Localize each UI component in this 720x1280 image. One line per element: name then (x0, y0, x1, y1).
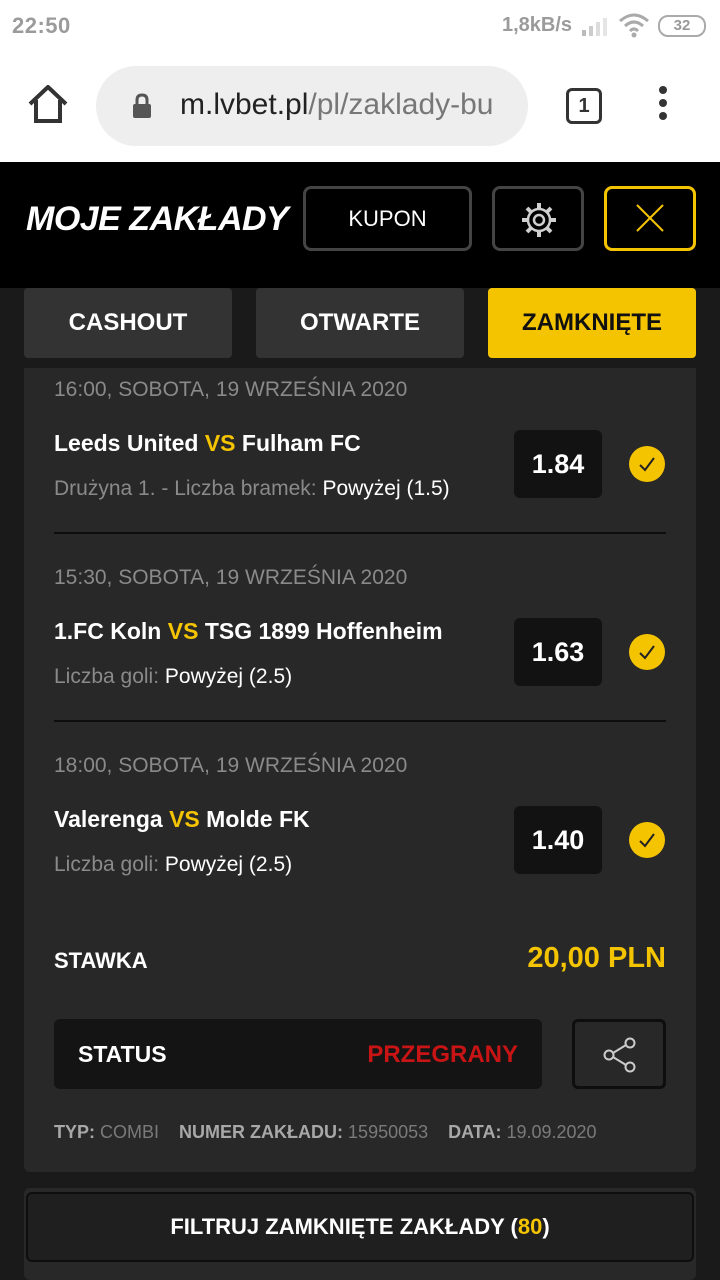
check-icon (629, 446, 665, 482)
battery-icon: 32 (658, 15, 706, 37)
odds-value: 1.40 (514, 806, 602, 874)
stake-value: 20,00 PLN (527, 942, 666, 974)
settings-button[interactable] (492, 186, 584, 251)
kupon-button[interactable]: KUPON (303, 186, 472, 251)
overflow-menu-icon[interactable] (656, 86, 670, 126)
bet-meta: TYP: COMBI NUMER ZAKŁADU: 15950053 DATA: 1… (54, 1122, 597, 1142)
network-speed: 1,8kB/s (502, 14, 573, 36)
url-text: m.lvbet.pl/pl/zaklady-bu (180, 88, 494, 121)
bet-selection: 16:00, SOBOTA, 19 WRZEŚNIA 2020 Leeds Un… (54, 376, 666, 564)
bet-selection: 15:30, SOBOTA, 19 WRZEŚNIA 2020 1.FC Kol… (54, 564, 666, 752)
tab-otwarte[interactable]: OTWARTE (256, 288, 464, 358)
lock-icon (133, 93, 151, 118)
divider (54, 532, 666, 534)
match-teams: Valerenga VS Molde FK (54, 806, 310, 832)
divider (54, 720, 666, 722)
filter-closed-bets-button[interactable]: FILTRUJ ZAMKNIĘTE ZAKŁADY (80) (26, 1192, 694, 1262)
status-value: PRZEGRANY (367, 1041, 518, 1068)
bet-tabs: CASHOUT OTWARTE ZAMKNIĘTE (0, 288, 720, 368)
filter-section: FILTRUJ ZAMKNIĘTE ZAKŁADY (80) (24, 1188, 696, 1280)
address-bar[interactable]: m.lvbet.pl/pl/zaklady-bu (96, 66, 528, 146)
match-teams: Leeds United VS Fulham FC (54, 430, 361, 456)
close-button[interactable] (604, 186, 696, 251)
status-bar: 22:50 1,8kB/s 32 (0, 0, 720, 52)
browser-toolbar: m.lvbet.pl/pl/zaklady-bu 1 (0, 52, 720, 162)
wifi-icon (619, 13, 649, 38)
clock: 22:50 (12, 13, 71, 38)
match-teams: 1.FC Koln VS TSG 1899 Hoffenheim (54, 618, 443, 644)
odds-value: 1.84 (514, 430, 602, 498)
stake-label: STAWKA (54, 948, 148, 973)
match-date: 18:00, SOBOTA, 19 WRZEŚNIA 2020 (54, 754, 408, 777)
match-date: 15:30, SOBOTA, 19 WRZEŚNIA 2020 (54, 566, 408, 589)
market-line: Liczba goli: Powyżej (2.5) (54, 853, 293, 876)
check-icon (629, 634, 665, 670)
market-line: Liczba goli: Powyżej (2.5) (54, 665, 293, 688)
match-date: 16:00, SOBOTA, 19 WRZEŚNIA 2020 (54, 378, 408, 401)
gear-icon (522, 203, 556, 237)
check-icon (629, 822, 665, 858)
tab-switcher-icon[interactable]: 1 (566, 88, 602, 124)
share-icon (603, 1037, 636, 1073)
close-icon (636, 204, 664, 232)
home-icon[interactable] (26, 82, 70, 126)
market-line: Drużyna 1. - Liczba bramek: Powyżej (1.5… (54, 477, 450, 500)
app-header: MOJE ZAKŁADY KUPON (0, 162, 720, 288)
odds-value: 1.63 (514, 618, 602, 686)
share-button[interactable] (572, 1019, 666, 1089)
tab-cashout[interactable]: CASHOUT (24, 288, 232, 358)
status-box: STATUS PRZEGRANY (54, 1019, 542, 1089)
status-label: STATUS (78, 1041, 167, 1067)
bet-selection: 18:00, SOBOTA, 19 WRZEŚNIA 2020 Valereng… (54, 752, 666, 940)
tab-zamkniete[interactable]: ZAMKNIĘTE (488, 288, 696, 358)
page-title: MOJE ZAKŁADY (26, 200, 289, 238)
signal-icon (582, 18, 607, 36)
bet-card: 16:00, SOBOTA, 19 WRZEŚNIA 2020 Leeds Un… (24, 368, 696, 1172)
